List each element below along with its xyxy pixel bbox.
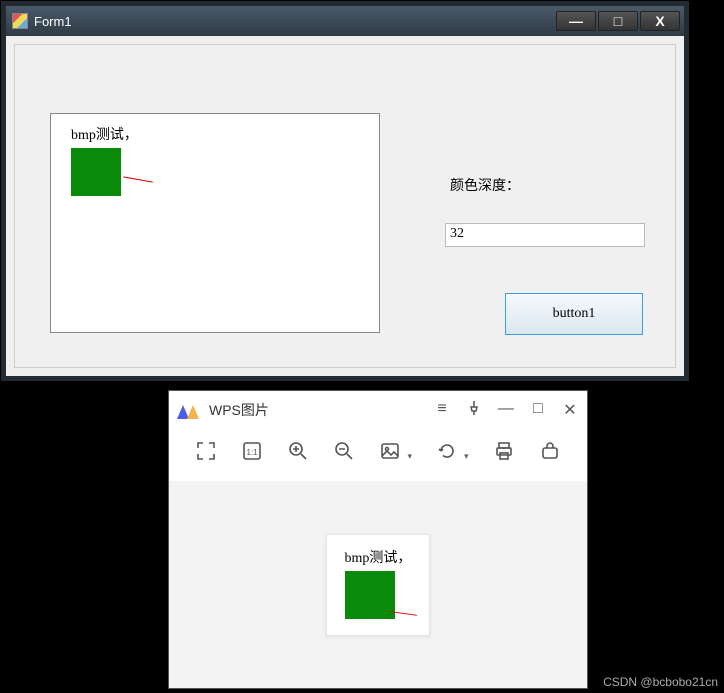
button1[interactable]: button1	[505, 293, 643, 335]
window-controls: — □ X	[556, 11, 680, 31]
close-button[interactable]: X	[640, 11, 680, 31]
bmp-text: bmp测试，	[71, 124, 138, 144]
maximize-button[interactable]: □	[598, 11, 638, 31]
fit-icon[interactable]: 1:1	[241, 440, 263, 462]
close-icon[interactable]: ✕	[561, 400, 579, 421]
wps-toolbar: 1:1 ▾ ▾	[169, 429, 587, 473]
rotate-caret-icon[interactable]: ▾	[464, 451, 469, 462]
zoom-in-icon[interactable]	[287, 440, 309, 462]
client-area: bmp测试， 颜色深度： 32 button1	[14, 44, 676, 368]
titlebar[interactable]: Form1 — □ X	[6, 6, 684, 36]
green-square	[345, 571, 395, 619]
red-line	[123, 176, 153, 182]
image-tools-caret-icon[interactable]: ▾	[407, 451, 412, 462]
maximize-icon[interactable]: □	[529, 400, 547, 421]
minimize-icon[interactable]: —	[497, 400, 515, 421]
windows-form: Form1 — □ X bmp测试， 颜色深度： 32 button1	[5, 5, 685, 377]
wps-canvas[interactable]: bmp测试，	[169, 481, 587, 688]
wps-title: WPS图片	[209, 400, 423, 420]
pin-icon[interactable]	[465, 400, 483, 421]
form-title: Form1	[34, 14, 556, 29]
form-icon	[12, 13, 28, 29]
zoom-out-icon[interactable]	[333, 440, 355, 462]
bmp-text: bmp测试，	[345, 547, 412, 567]
toolbox-icon[interactable]	[539, 440, 561, 462]
green-square	[71, 148, 121, 196]
image-frame: bmp测试，	[326, 534, 431, 636]
svg-text:1:1: 1:1	[247, 448, 259, 457]
menu-icon[interactable]: ≡	[433, 400, 451, 421]
picture-box: bmp测试，	[50, 113, 380, 333]
bmp-image: bmp测试，	[71, 124, 138, 196]
image-tools-icon[interactable]	[379, 440, 401, 462]
wps-titlebar[interactable]: WPS图片 ≡ — □ ✕	[169, 391, 587, 429]
minimize-button[interactable]: —	[556, 11, 596, 31]
wps-logo-icon	[177, 401, 199, 419]
color-depth-label: 颜色深度：	[450, 175, 520, 195]
wps-window-controls: ≡ — □ ✕	[433, 400, 579, 421]
rotate-icon[interactable]	[436, 440, 458, 462]
fullscreen-icon[interactable]	[195, 440, 217, 462]
color-depth-textbox[interactable]: 32	[445, 223, 645, 247]
watermark: CSDN @bcbobo21cn	[603, 675, 718, 689]
wps-window: WPS图片 ≡ — □ ✕ 1:1 ▾ ▾	[168, 390, 588, 689]
print-icon[interactable]	[493, 440, 515, 462]
